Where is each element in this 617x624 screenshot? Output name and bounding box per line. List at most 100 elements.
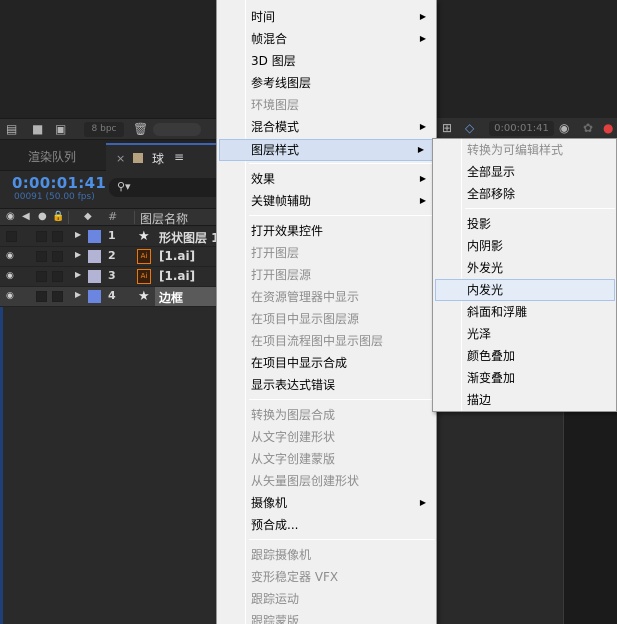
- submenu-item-bevel-emboss[interactable]: 斜面和浮雕: [433, 301, 616, 323]
- menu-item-label: 参考线图层: [251, 76, 312, 90]
- layer-name-header[interactable]: 图层名称: [140, 210, 188, 227]
- solo-toggle[interactable]: [36, 231, 47, 242]
- layer-name[interactable]: 形状图层 1: [159, 229, 220, 246]
- submenu-item-satin[interactable]: 光泽: [433, 323, 616, 345]
- menu-item-open-effect-controls[interactable]: 打开效果控件: [217, 220, 436, 242]
- project-search-field[interactable]: [153, 123, 201, 136]
- lock-toggle[interactable]: [52, 231, 63, 242]
- submenu-arrow-icon: ▶: [417, 145, 424, 154]
- illustrator-file-icon: Ai: [137, 249, 151, 264]
- submenu-item-inner-glow[interactable]: 内发光: [435, 279, 615, 301]
- comp-color-swatch: [133, 153, 143, 163]
- submenu-item-color-overlay[interactable]: 颜色叠加: [433, 345, 616, 367]
- current-time-display[interactable]: 0:00:01:41: [12, 174, 106, 192]
- solo-toggle[interactable]: [36, 251, 47, 262]
- menu-item-blending-mode[interactable]: 混合模式 ▶: [217, 116, 436, 138]
- video-toggle[interactable]: [6, 231, 17, 242]
- new-folder-icon[interactable]: ■: [32, 122, 43, 136]
- layer-row[interactable]: ▶ 1 ★ 形状图层 1: [0, 227, 220, 247]
- menu-item-effect[interactable]: 效果 ▶: [217, 168, 436, 190]
- viewer-timecode[interactable]: 0:00:01:41: [489, 121, 554, 136]
- eye-icon[interactable]: ◉: [6, 291, 18, 301]
- interpret-footage-icon[interactable]: ▤: [6, 122, 17, 136]
- tab-render-queue[interactable]: 渲染队列: [28, 148, 76, 165]
- layer-number: 4: [108, 289, 116, 302]
- menu-item-pre-compose[interactable]: 预合成...: [217, 514, 436, 536]
- menu-item-open-layer-source: 打开图层源: [217, 264, 436, 286]
- menu-item-label: 打开效果控件: [251, 224, 324, 238]
- menu-item-keyframe-assistant[interactable]: 关键帧辅助 ▶: [217, 190, 436, 212]
- close-icon[interactable]: ×: [116, 152, 125, 165]
- expand-triangle-icon[interactable]: ▶: [75, 250, 81, 259]
- trash-icon[interactable]: 🗑: [133, 122, 148, 136]
- menu-item-label: 环境图层: [251, 98, 300, 112]
- submenu-item-stroke[interactable]: 描边: [433, 389, 616, 411]
- solo-icon[interactable]: ●: [38, 211, 47, 222]
- layer-row[interactable]: ◉ ▶ 3 Ai [1.ai]: [0, 267, 216, 287]
- submenu-arrow-icon: ▶: [419, 34, 426, 43]
- submenu-item-gradient-overlay[interactable]: 渐变叠加: [433, 367, 616, 389]
- layer-name[interactable]: 边框: [159, 289, 183, 306]
- bit-depth-button[interactable]: 8 bpc: [84, 122, 124, 137]
- submenu-arrow-icon: ▶: [419, 122, 426, 131]
- layer-name[interactable]: [1.ai]: [159, 249, 195, 263]
- submenu-item-outer-glow[interactable]: 外发光: [433, 257, 616, 279]
- menu-item-label: 预合成...: [251, 518, 299, 532]
- eye-icon[interactable]: ◉: [6, 251, 18, 261]
- mask-path-icon[interactable]: ◇: [465, 121, 474, 135]
- menu-item-track-mask: 跟踪蒙版: [217, 610, 436, 624]
- layer-row-selected[interactable]: ◉ ▶ 4 ★ 边框: [0, 287, 216, 307]
- snapshot-icon[interactable]: ◉: [559, 121, 569, 135]
- menu-item-3d-layer[interactable]: 3D 图层: [217, 50, 436, 72]
- menu-item-frame-blending[interactable]: 帧混合 ▶: [217, 28, 436, 50]
- menu-item-label: 在资源管理器中显示: [251, 290, 360, 304]
- expand-triangle-icon[interactable]: ▶: [75, 290, 81, 299]
- layer-label-color[interactable]: [88, 270, 101, 283]
- solo-toggle[interactable]: [36, 291, 47, 302]
- show-snapshot-icon[interactable]: ✿: [583, 121, 593, 135]
- lock-toggle[interactable]: [52, 251, 63, 262]
- audio-icon[interactable]: ◀: [22, 211, 30, 222]
- menu-item-camera[interactable]: 摄像机 ▶: [217, 492, 436, 514]
- layer-label-color[interactable]: [88, 290, 101, 303]
- lock-icon[interactable]: 🔒: [52, 211, 64, 222]
- timeline-search-input[interactable]: ⚲▾: [109, 178, 216, 197]
- lock-toggle[interactable]: [52, 271, 63, 282]
- timeline-selection-edge: [0, 307, 3, 624]
- menu-item-layer-styles[interactable]: 图层样式 ▶: [219, 139, 435, 161]
- submenu-item-remove-all[interactable]: 全部移除: [433, 183, 616, 205]
- menu-item-open-layer: 打开图层: [217, 242, 436, 264]
- expand-triangle-icon[interactable]: ▶: [75, 270, 81, 279]
- submenu-item-label: 外发光: [467, 261, 504, 275]
- tab-composition[interactable]: × 球 ≡: [106, 143, 216, 171]
- eye-icon[interactable]: ◉: [6, 211, 15, 222]
- lock-toggle[interactable]: [52, 291, 63, 302]
- menu-separator: [249, 215, 435, 216]
- menu-item-show-expression-errors[interactable]: 显示表达式错误: [217, 374, 436, 396]
- layer-name[interactable]: [1.ai]: [159, 269, 195, 283]
- expand-triangle-icon[interactable]: ▶: [75, 230, 81, 239]
- menu-item-time[interactable]: 时间 ▶: [217, 6, 436, 28]
- new-composition-icon[interactable]: ▣: [55, 122, 66, 136]
- column-divider: [134, 211, 135, 224]
- eye-icon[interactable]: ◉: [6, 271, 18, 281]
- layer-row[interactable]: ◉ ▶ 2 Ai [1.ai]: [0, 247, 216, 267]
- submenu-item-inner-shadow[interactable]: 内阴影: [433, 235, 616, 257]
- menu-item-label: 从文字创建形状: [251, 430, 336, 444]
- submenu-item-drop-shadow[interactable]: 投影: [433, 213, 616, 235]
- menu-item-reveal-composition[interactable]: 在项目中显示合成: [217, 352, 436, 374]
- submenu-item-label: 光泽: [467, 327, 492, 341]
- layer-number: 3: [108, 269, 116, 282]
- label-icon[interactable]: ◆: [84, 211, 92, 222]
- toggle-mask-icon[interactable]: ⊞: [442, 121, 452, 135]
- submenu-item-label: 颜色叠加: [467, 349, 516, 363]
- panel-menu-icon[interactable]: ≡: [174, 150, 184, 164]
- menu-item-guide-layer[interactable]: 参考线图层: [217, 72, 436, 94]
- submenu-item-show-all[interactable]: 全部显示: [433, 161, 616, 183]
- illustrator-file-icon: Ai: [137, 269, 151, 284]
- channel-icon[interactable]: ●: [603, 121, 613, 135]
- layer-label-color[interactable]: [88, 230, 101, 243]
- solo-toggle[interactable]: [36, 271, 47, 282]
- menu-item-reveal-layer-source: 在项目中显示图层源: [217, 308, 436, 330]
- layer-label-color[interactable]: [88, 250, 101, 263]
